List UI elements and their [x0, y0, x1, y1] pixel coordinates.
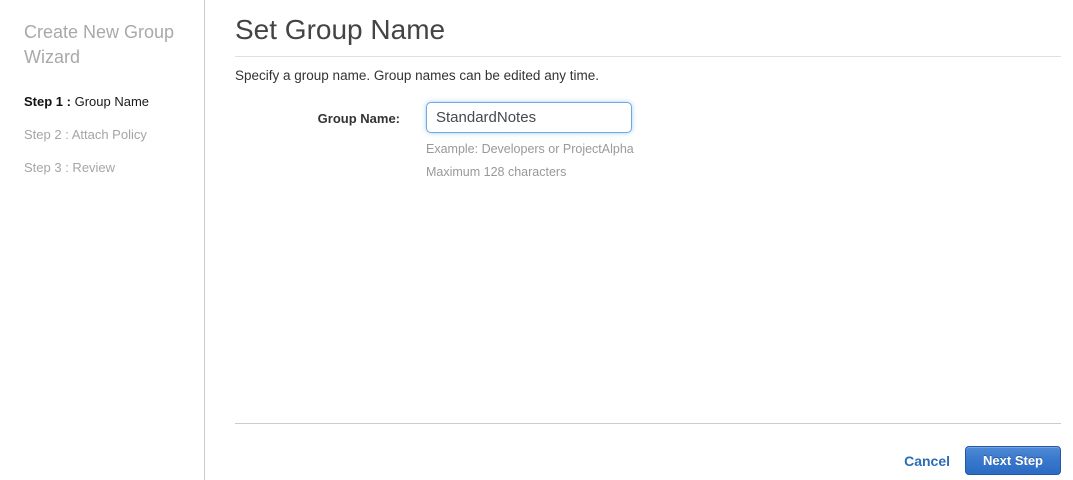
wizard-footer: Cancel Next Step: [235, 423, 1061, 475]
step-3-prefix: Step 3 :: [24, 160, 69, 175]
step-3-label: Review: [68, 160, 116, 175]
step-2-prefix: Step 2 :: [24, 127, 69, 142]
create-group-wizard-page: Create New Group Wizard Step 1 : Group N…: [0, 0, 1073, 480]
group-name-hint-example: Example: Developers or ProjectAlpha: [426, 142, 634, 156]
group-name-form-row: Group Name: Example: Developers or Proje…: [235, 102, 1061, 181]
page-title: Set Group Name: [235, 14, 1061, 57]
main-panel: Set Group Name Specify a group name. Gro…: [205, 0, 1073, 480]
next-step-button[interactable]: Next Step: [965, 446, 1061, 475]
step-3-review[interactable]: Step 3 : Review: [24, 160, 190, 176]
group-name-field-column: Example: Developers or ProjectAlpha Maxi…: [426, 102, 634, 181]
group-name-hint-max: Maximum 128 characters: [426, 165, 567, 179]
step-2-attach-policy[interactable]: Step 2 : Attach Policy: [24, 127, 190, 143]
cancel-button[interactable]: Cancel: [904, 453, 950, 469]
step-2-label: Attach Policy: [68, 127, 147, 142]
step-1-group-name[interactable]: Step 1 : Group Name: [24, 94, 190, 110]
wizard-sidebar: Create New Group Wizard Step 1 : Group N…: [0, 0, 205, 480]
page-description: Specify a group name. Group names can be…: [235, 68, 599, 83]
wizard-steps: Step 1 : Group Name Step 2 : Attach Poli…: [24, 94, 190, 176]
group-name-input[interactable]: [426, 102, 632, 133]
group-name-label: Group Name:: [317, 111, 400, 126]
step-1-label: Group Name: [70, 94, 150, 109]
wizard-title: Create New Group Wizard: [24, 22, 175, 67]
step-1-prefix: Step 1 :: [24, 94, 71, 109]
